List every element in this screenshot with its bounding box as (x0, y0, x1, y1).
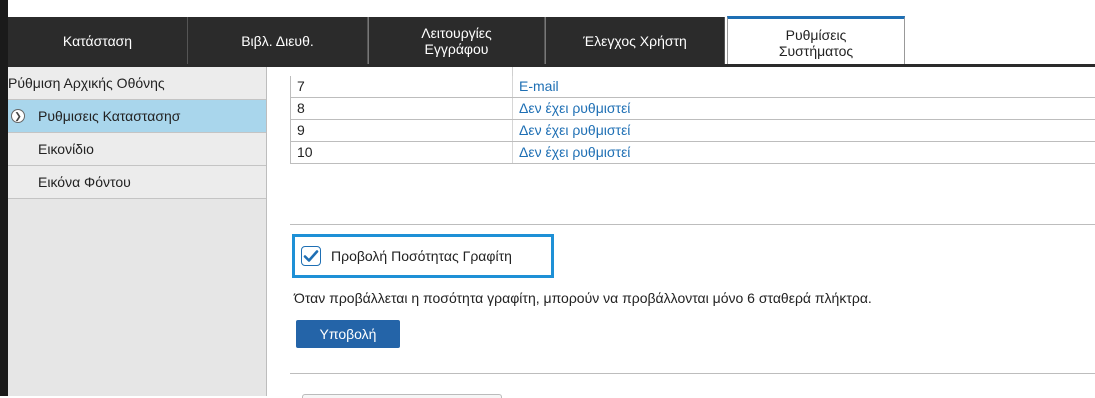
main-content: 7 E-mail 8 Δεν έχει ρυθμιστεί 9 Δεν έχει… (268, 67, 1095, 396)
sidebar-item-icon[interactable]: Εικονίδιο (8, 133, 266, 166)
section-divider (290, 373, 1095, 374)
sidebar-item-status-settings[interactable]: ❯ Ρυθμισεις Καταστασησ (8, 100, 266, 133)
sidebar-item-label: Εικονίδιο (38, 141, 94, 157)
table-row: 7 E-mail (291, 76, 1095, 97)
key-value-link[interactable]: Δεν έχει ρυθμιστεί (513, 97, 1095, 119)
fixed-keys-table: 7 E-mail 8 Δεν έχει ρυθμιστεί 9 Δεν έχει… (290, 76, 1095, 164)
checkmark-icon (303, 249, 319, 263)
key-number: 10 (291, 141, 513, 163)
toner-display-highlight: Προβολή Ποσότητας Γραφίτη (292, 234, 554, 278)
chevron-right-icon: ❯ (11, 109, 25, 123)
sidebar: Ρύθμιση Αρχικής Οθόνης ❯ Ρυθμισεις Κατασ… (8, 67, 267, 396)
key-number: 8 (291, 97, 513, 119)
table-row: 8 Δεν έχει ρυθμιστεί (291, 97, 1095, 119)
partial-control-below (302, 394, 502, 398)
tab-user-control[interactable]: Έλεγχος Χρήστη (545, 17, 725, 65)
sidebar-item-home-screen-settings[interactable]: Ρύθμιση Αρχικής Οθόνης (8, 67, 266, 100)
sidebar-item-background-image[interactable]: Εικόνα Φόντου (8, 166, 266, 199)
submit-button[interactable]: Υποβολή (296, 320, 400, 348)
tab-status[interactable]: Κατάσταση (8, 17, 188, 65)
tab-document-operations[interactable]: Λειτουργίες Εγγράφου (368, 17, 545, 65)
toner-display-note: Όταν προβάλλεται η ποσότητα γραφίτη, μπο… (294, 290, 872, 306)
key-value-link[interactable]: Δεν έχει ρυθμιστεί (513, 119, 1095, 141)
tab-label: Κατάσταση (63, 33, 132, 49)
toner-display-label: Προβολή Ποσότητας Γραφίτη (331, 248, 512, 264)
table-row: 10 Δεν έχει ρυθμιστεί (291, 141, 1095, 163)
sidebar-item-label: Ρυθμισεις Καταστασησ (38, 108, 180, 124)
tab-label: Βιβλ. Διευθ. (241, 33, 314, 49)
tab-address-book[interactable]: Βιβλ. Διευθ. (188, 17, 368, 65)
window-left-edge (0, 0, 8, 396)
table-top-fragment (290, 67, 1095, 76)
key-number: 7 (291, 76, 513, 97)
tab-label: Έλεγχος Χρήστη (583, 33, 687, 49)
tab-label: Ρυθμίσεις Συστήματος (761, 27, 871, 59)
sidebar-item-label: Ρύθμιση Αρχικής Οθόνης (8, 75, 165, 91)
section-divider (290, 224, 1095, 225)
app-window: Κατάσταση Βιβλ. Διευθ. Λειτουργίες Εγγρά… (0, 0, 1095, 396)
key-value-link[interactable]: Δεν έχει ρυθμιστεί (513, 141, 1095, 163)
sidebar-item-label: Εικόνα Φόντου (38, 174, 131, 190)
tab-bar: Κατάσταση Βιβλ. Διευθ. Λειτουργίες Εγγρά… (8, 0, 1095, 66)
toner-display-checkbox[interactable] (301, 246, 321, 266)
key-number: 9 (291, 119, 513, 141)
tab-system-settings[interactable]: Ρυθμίσεις Συστήματος (727, 16, 905, 66)
tab-label: Λειτουργίες Εγγράφου (402, 25, 512, 57)
key-value-link[interactable]: E-mail (513, 76, 1095, 97)
table-row: 9 Δεν έχει ρυθμιστεί (291, 119, 1095, 141)
